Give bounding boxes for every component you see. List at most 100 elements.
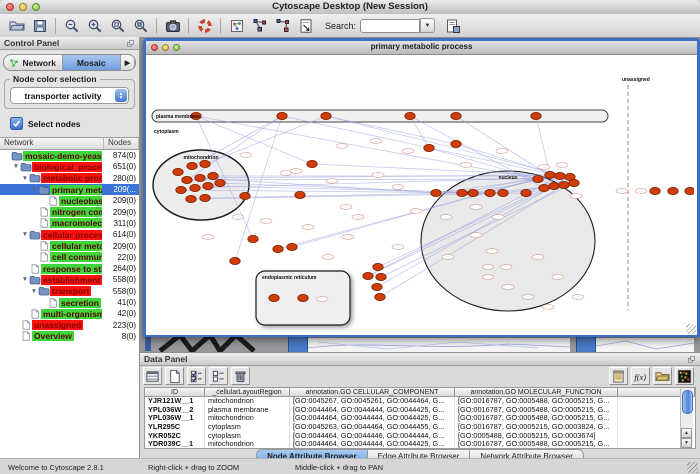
- network-node[interactable]: [531, 112, 541, 119]
- network-node[interactable]: [650, 187, 660, 194]
- select-nodes-checkbox[interactable]: [10, 117, 23, 130]
- tree-row-macromolecule[interactable]: macromolecule311(0): [0, 218, 139, 229]
- network-node[interactable]: [668, 187, 678, 194]
- network-node[interactable]: [230, 257, 240, 264]
- attribute-table-button[interactable]: [143, 367, 162, 385]
- matrix-button[interactable]: [675, 367, 694, 385]
- delete-attribute-button[interactable]: [231, 367, 250, 385]
- network-node[interactable]: [215, 179, 225, 186]
- table-row-ykr052c[interactable]: YKR052Ccytoplasm[GO:0044464, GO:0044446,…: [145, 432, 695, 441]
- network-node[interactable]: [248, 235, 258, 242]
- network-node[interactable]: [363, 272, 373, 279]
- table-row-yjr121w__1[interactable]: YJR121W__1mitochondrion[GO:0045267, GO:0…: [145, 397, 695, 406]
- network-node[interactable]: [298, 294, 308, 301]
- resize-grip-icon[interactable]: [687, 462, 698, 473]
- tree-expander-icon[interactable]: ▼: [21, 231, 29, 238]
- network-node[interactable]: [539, 184, 549, 191]
- network-window-titlebar[interactable]: primary metabolic process: [146, 41, 697, 55]
- save-button[interactable]: [29, 16, 50, 35]
- network-node[interactable]: [307, 160, 317, 167]
- network-node[interactable]: [431, 189, 441, 196]
- network-node[interactable]: [457, 189, 467, 196]
- zoom-selected-button[interactable]: [130, 16, 151, 35]
- network-node[interactable]: [685, 187, 694, 194]
- tree-row-overview[interactable]: Overview8(0): [0, 331, 139, 342]
- network-node[interactable]: [269, 294, 279, 301]
- network-node[interactable]: [549, 182, 559, 189]
- network-node[interactable]: [376, 273, 386, 280]
- network-node[interactable]: [555, 172, 565, 179]
- network-node[interactable]: [277, 112, 287, 119]
- window-titlebar[interactable]: Cytoscape Desktop (New Session): [0, 0, 700, 15]
- annotation-button[interactable]: [295, 16, 316, 35]
- tab-overflow-arrow[interactable]: ▶: [121, 55, 135, 70]
- tree-row-metabolic-process[interactable]: ▼metabolic process280(0): [0, 173, 139, 184]
- network-node[interactable]: [533, 175, 543, 182]
- scroll-down-button[interactable]: ▼: [681, 438, 692, 448]
- network-node[interactable]: [195, 174, 205, 181]
- select-attributes-button[interactable]: [187, 367, 206, 385]
- network-node[interactable]: [405, 112, 415, 119]
- network-node[interactable]: [173, 168, 183, 175]
- search-dropdown-button[interactable]: ▼: [420, 18, 435, 33]
- network-node[interactable]: [203, 182, 213, 189]
- tree-expander-icon[interactable]: ▼: [21, 276, 29, 283]
- notes-button[interactable]: [609, 367, 628, 385]
- tree-expander-icon[interactable]: ▼: [21, 175, 29, 182]
- tree-row-cell-communicat[interactable]: cell communicat22(0): [0, 252, 139, 263]
- edit-network-button[interactable]: [249, 16, 270, 35]
- network-node[interactable]: [240, 192, 250, 199]
- tree-row-mosaic-demo-yeast[interactable]: mosaic-demo-yeast874(0): [0, 150, 139, 161]
- network-node[interactable]: [200, 160, 210, 167]
- network-node[interactable]: [521, 189, 531, 196]
- tree-row-establishment-of-lo[interactable]: ▼establishment of lo558(0): [0, 274, 139, 285]
- scroll-up-button[interactable]: ▲: [681, 428, 692, 438]
- network-node[interactable]: [176, 186, 186, 193]
- network-node[interactable]: [485, 189, 495, 196]
- network-canvas[interactable]: plasma membranecytoplasmmitochondrionnuc…: [146, 55, 697, 335]
- network-edge[interactable]: [282, 116, 560, 176]
- table-row-ypl036w__1[interactable]: YPL036W__1mitochondrion[GO:0044464, GO:0…: [145, 414, 695, 423]
- tree-row-multi-organism-pro[interactable]: multi-organism pro42(0): [0, 308, 139, 319]
- function-builder-button[interactable]: f(x): [631, 367, 650, 385]
- table-row-ydr039c__1[interactable]: YDR039C__1mitochondrion[GO:0044464, GO:0…: [145, 440, 695, 449]
- table-row-ylr295c[interactable]: YLR295Ccytoplasm[GO:0045263, GO:0044464,…: [145, 423, 695, 432]
- network-edge[interactable]: [312, 164, 550, 175]
- tree-column-nodes[interactable]: Nodes: [104, 138, 139, 149]
- network-node[interactable]: [287, 243, 297, 250]
- edit-network-2-button[interactable]: [272, 16, 293, 35]
- network-node[interactable]: [559, 181, 569, 188]
- tab-mosaic[interactable]: Mosaic: [63, 55, 122, 70]
- network-node[interactable]: [321, 112, 331, 119]
- network-node[interactable]: [372, 283, 382, 290]
- tree-expander-icon[interactable]: ▼: [12, 163, 20, 170]
- resize-grip-icon[interactable]: [686, 324, 696, 334]
- network-node[interactable]: [208, 172, 218, 179]
- network-node[interactable]: [190, 184, 200, 191]
- tree-row-secretion[interactable]: secretion41(0): [0, 297, 139, 308]
- network-node[interactable]: [498, 189, 508, 196]
- open-file-button[interactable]: [6, 16, 27, 35]
- tree-row-cellular-process[interactable]: ▼cellular process614(0): [0, 229, 139, 240]
- search-input[interactable]: [360, 19, 420, 33]
- zoom-in-button[interactable]: [84, 16, 105, 35]
- network-node[interactable]: [273, 245, 283, 252]
- column-header-id[interactable]: ID: [145, 388, 205, 397]
- table-scrollbar[interactable]: ▲ ▼: [680, 388, 693, 448]
- snapshot-button[interactable]: [162, 16, 183, 35]
- network-node[interactable]: [375, 293, 385, 300]
- tree-row-biological-process[interactable]: ▼biological_process651(0): [0, 161, 139, 172]
- zoom-fit-button[interactable]: [107, 16, 128, 35]
- tree-column-network[interactable]: Network: [0, 138, 104, 149]
- tree-expander-icon[interactable]: ▼: [30, 288, 38, 295]
- network-view-window[interactable]: primary metabolic process plasma membran…: [143, 38, 700, 337]
- save-network-icon[interactable]: [442, 16, 463, 35]
- table-row-ypl036w__2[interactable]: YPL036W__2plasma membrane[GO:0044464, GO…: [145, 406, 695, 415]
- tree-row-nitrogen-compo[interactable]: nitrogen compo209(0): [0, 206, 139, 217]
- tab-network[interactable]: Network: [4, 55, 63, 70]
- network-node[interactable]: [186, 195, 196, 202]
- tree-row-response-to-stimulu[interactable]: response to stimulu264(0): [0, 263, 139, 274]
- import-attributes-button[interactable]: [653, 367, 672, 385]
- tree-expander-icon[interactable]: ▼: [30, 186, 38, 193]
- network-edge[interactable]: [205, 116, 326, 164]
